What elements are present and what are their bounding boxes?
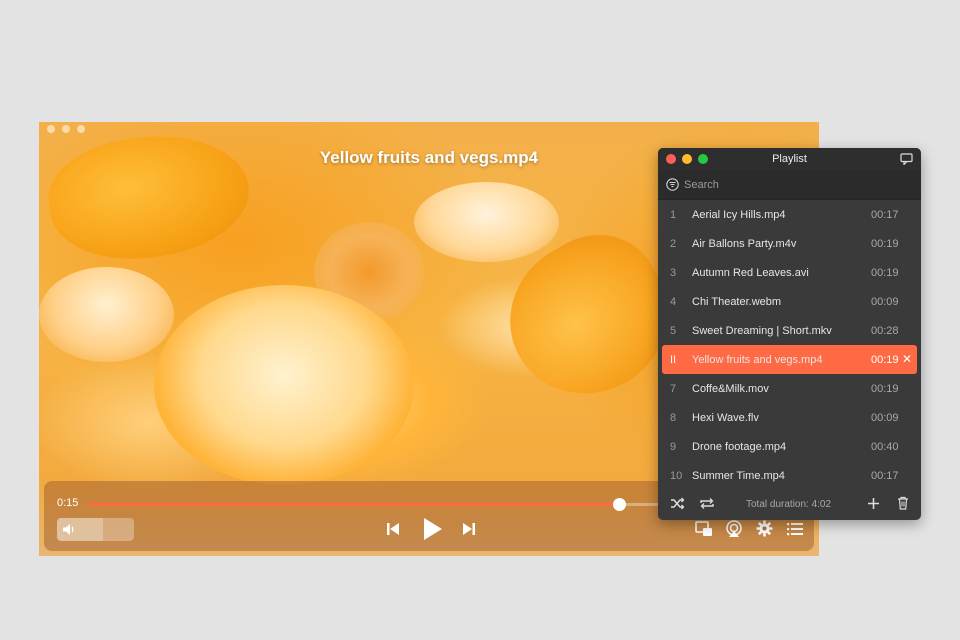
repeat-icon[interactable] <box>699 497 715 510</box>
playlist-item-duration: 00:19 <box>871 354 899 366</box>
playlist-item-number: 10 <box>670 470 683 482</box>
minimize-window-button[interactable] <box>62 125 70 133</box>
zoom-window-button[interactable] <box>77 125 85 133</box>
seek-bar-handle[interactable] <box>612 498 626 511</box>
playlist-item[interactable]: 2 Air Ballons Party.m4v 00:19 <box>658 229 921 258</box>
video-frame-lemon-half <box>414 182 559 262</box>
pause-indicator-icon: II <box>670 354 677 366</box>
total-duration: Total duration: 4:02 <box>746 499 832 510</box>
video-frame-lemon-half <box>39 267 174 362</box>
playlist-item-duration: 00:28 <box>871 325 899 337</box>
playlist-icon[interactable] <box>787 522 803 536</box>
playlist-item-number: 7 <box>670 383 677 395</box>
playlist-item-number: 5 <box>670 325 677 337</box>
playlist-item-duration: 00:09 <box>871 412 899 424</box>
video-frame-lemon-half <box>154 285 414 485</box>
playlist-item[interactable]: 10 Summer Time.mp4 00:17 <box>658 461 921 490</box>
playlist-item-duration: 00:19 <box>871 383 899 395</box>
seek-bar-progress <box>87 503 619 506</box>
playlist-item-duration: 00:40 <box>871 441 899 453</box>
add-icon[interactable] <box>867 497 880 510</box>
playlist-item[interactable]: 1 Aerial Icy Hills.mp4 00:17 <box>658 200 921 229</box>
current-time: 0:15 <box>57 497 79 509</box>
playlist-item-number: 1 <box>670 209 677 221</box>
playlist-footer: Total duration: 4:02 <box>658 488 921 520</box>
playlist-item-duration: 00:19 <box>871 238 899 250</box>
playlist-item-number: 4 <box>670 296 677 308</box>
playlist-item-name: Autumn Red Leaves.avi <box>692 267 809 279</box>
remove-item-button[interactable]: ✕ <box>902 352 912 366</box>
playlist-item-name: Summer Time.mp4 <box>692 470 785 482</box>
playlist-item-name: Coffe&Milk.mov <box>692 383 769 395</box>
window-controls <box>47 125 85 133</box>
gear-icon[interactable] <box>756 520 773 537</box>
playlist-item[interactable]: 8 Hexi Wave.flv 00:09 <box>658 403 921 432</box>
playlist-item-name: Yellow fruits and vegs.mp4 <box>692 354 823 366</box>
close-window-button[interactable] <box>47 125 55 133</box>
playlist-item-number: 2 <box>670 238 677 250</box>
play-icon[interactable] <box>420 516 444 542</box>
playlist-item-now-playing[interactable]: II Yellow fruits and vegs.mp4 00:19 ✕ <box>662 345 917 374</box>
playlist-item-name: Aerial Icy Hills.mp4 <box>692 209 786 221</box>
playlist-item[interactable]: 9 Drone footage.mp4 00:40 <box>658 432 921 461</box>
playlist-item[interactable]: 7 Coffe&Milk.mov 00:19 <box>658 374 921 403</box>
playlist-item-name: Sweet Dreaming | Short.mkv <box>692 325 832 337</box>
playlist-item-number: 9 <box>670 441 677 453</box>
seek-bar[interactable] <box>87 498 662 511</box>
playlist-window: Playlist 1 Aerial Icy Hills.mp4 00:17 2 … <box>658 148 921 520</box>
playlist-item[interactable]: 5 Sweet Dreaming | Short.mkv 00:28 <box>658 316 921 345</box>
playlist-item-duration: 00:17 <box>871 209 899 221</box>
playlist-item[interactable]: 3 Autumn Red Leaves.avi 00:19 <box>658 258 921 287</box>
playlist-item-name: Drone footage.mp4 <box>692 441 787 453</box>
playlist-item-name: Air Ballons Party.m4v <box>692 238 797 250</box>
skip-previous-icon[interactable] <box>385 521 401 537</box>
skip-next-icon[interactable] <box>461 521 477 537</box>
playlist-titlebar: Playlist <box>658 148 921 170</box>
picture-in-picture-icon[interactable] <box>695 521 713 537</box>
playlist-list: 1 Aerial Icy Hills.mp4 00:17 2 Air Ballo… <box>658 200 921 490</box>
chat-bubble-icon[interactable] <box>900 153 913 165</box>
playlist-item-duration: 00:19 <box>871 267 899 279</box>
playlist-search-input[interactable] <box>684 177 904 192</box>
playlist-item-duration: 00:09 <box>871 296 899 308</box>
trash-icon[interactable] <box>897 496 909 510</box>
speaker-icon <box>63 524 74 535</box>
playlist-item-number: 3 <box>670 267 677 279</box>
filter-icon[interactable] <box>666 178 679 191</box>
playlist-item-number: 8 <box>670 412 677 424</box>
airplay-icon[interactable] <box>725 520 743 538</box>
volume-slider[interactable] <box>57 518 134 541</box>
playlist-item-name: Hexi Wave.flv <box>692 412 759 424</box>
playlist-item-name: Chi Theater.webm <box>692 296 782 308</box>
playlist-search-bar <box>658 170 921 200</box>
playlist-title: Playlist <box>772 153 807 165</box>
playlist-item[interactable]: 4 Chi Theater.webm 00:09 <box>658 287 921 316</box>
shuffle-icon[interactable] <box>670 497 685 510</box>
video-frame-pepper <box>41 123 257 271</box>
playlist-item-duration: 00:17 <box>871 470 899 482</box>
